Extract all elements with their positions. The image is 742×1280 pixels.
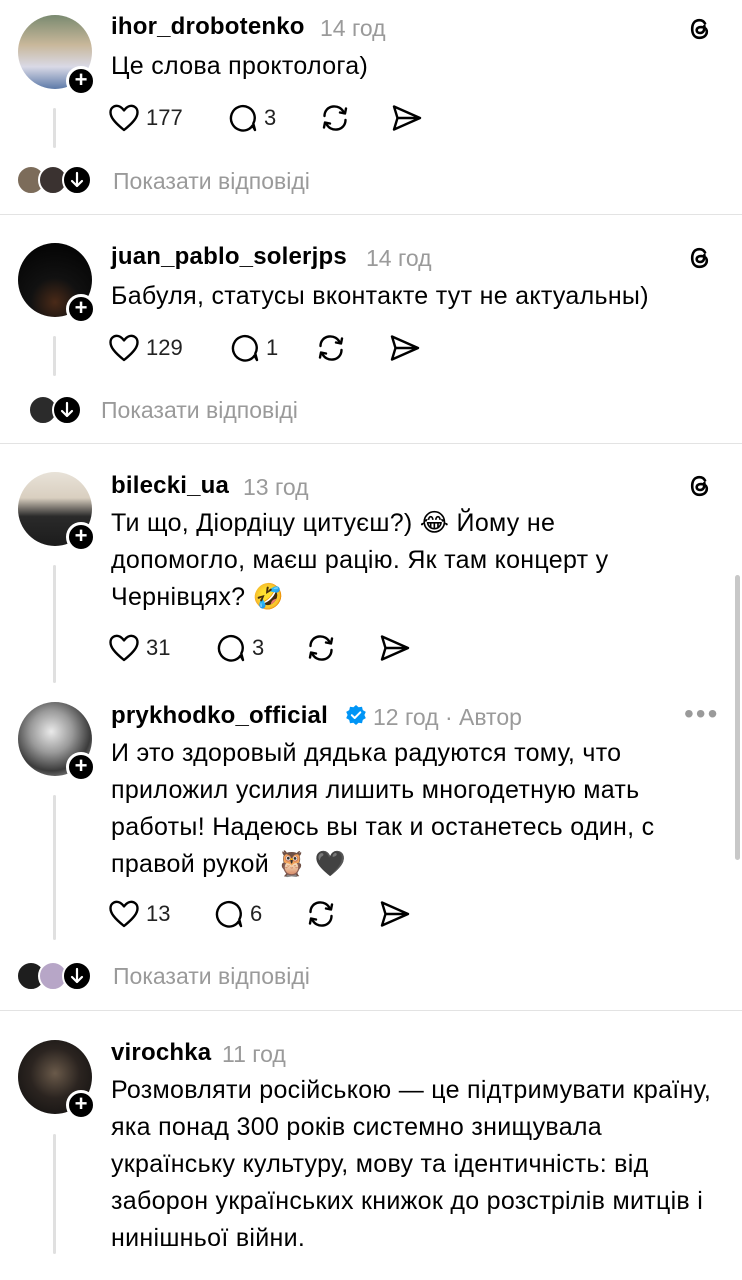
post-text: И это здоровый дядька радуются тому, что… [111, 739, 655, 878]
username[interactable]: ihor_drobotenko [111, 13, 305, 41]
username[interactable]: bilecki_ua [111, 472, 229, 500]
send-icon [392, 105, 422, 131]
arrow-down-icon[interactable] [62, 165, 92, 195]
like-button[interactable]: 31 [108, 628, 170, 668]
reply-button[interactable]: 3 [226, 98, 276, 138]
thread-line [53, 1134, 56, 1254]
follow-plus-icon[interactable]: + [66, 1090, 96, 1120]
like-count: 31 [146, 635, 171, 660]
share-button[interactable] [378, 894, 412, 934]
send-icon [380, 635, 410, 661]
comment-icon [215, 900, 243, 928]
scrollbar[interactable] [735, 575, 740, 860]
reply-count: 3 [264, 105, 277, 130]
comment-icon [217, 634, 245, 662]
threads-icon[interactable] [685, 471, 715, 501]
like-count: 129 [146, 335, 183, 360]
username[interactable]: virochka [111, 1039, 211, 1067]
repost-button[interactable] [304, 628, 338, 668]
post-actions: 31 3 [108, 628, 438, 668]
like-button[interactable]: 13 [108, 894, 170, 934]
arrow-down-icon[interactable] [62, 961, 92, 991]
like-count: 177 [146, 105, 183, 130]
share-button[interactable] [378, 628, 412, 668]
thread-line [53, 565, 56, 683]
follow-plus-icon[interactable]: + [66, 294, 96, 324]
post-text: Ти що, Діордіцу цитуєш?) 😂 Йому не допом… [111, 509, 609, 611]
like-button[interactable]: 177 [108, 98, 183, 138]
timestamp: 13 год [243, 474, 309, 500]
reply-count: 6 [250, 901, 263, 926]
share-button[interactable] [390, 98, 424, 138]
heart-icon [109, 634, 139, 662]
reply-count: 3 [252, 635, 265, 660]
threads-icon[interactable] [685, 243, 715, 273]
arrow-down-icon[interactable] [52, 395, 82, 425]
repost-icon [322, 105, 348, 131]
repost-icon [308, 901, 334, 927]
follow-plus-icon[interactable]: + [66, 752, 96, 782]
heart-icon [109, 334, 139, 362]
verified-badge-icon [346, 705, 366, 725]
timestamp: 12 год · Автор [373, 704, 522, 730]
username[interactable]: prykhodko_official [111, 702, 328, 730]
divider [0, 214, 742, 215]
thread-line [53, 336, 56, 376]
post-actions: 177 3 [108, 98, 438, 138]
share-button[interactable] [388, 328, 422, 368]
post-text: Це слова проктолога) [111, 52, 369, 80]
divider [0, 443, 742, 444]
send-icon [390, 335, 420, 361]
comment-icon [229, 104, 257, 132]
repost-icon [308, 635, 334, 661]
post-text: Бабуля, статусы вконтакте тут не актуаль… [111, 282, 649, 310]
username[interactable]: juan_pablo_solerjps [111, 243, 347, 271]
divider [0, 1010, 742, 1011]
post-text: Розмовляти російською — це підтримувати … [111, 1076, 712, 1252]
timestamp: 14 год [366, 245, 432, 271]
show-replies-link[interactable]: Показати відповіді [113, 963, 310, 990]
reply-button[interactable]: 3 [214, 628, 264, 668]
timestamp: 11 год [222, 1041, 286, 1067]
repost-button[interactable] [318, 98, 352, 138]
heart-icon [109, 104, 139, 132]
timestamp: 14 год [320, 15, 386, 41]
send-icon [380, 901, 410, 927]
repost-button[interactable] [304, 894, 338, 934]
reply-count: 1 [266, 335, 279, 360]
show-replies-link[interactable]: Показати відповіді [113, 168, 310, 195]
follow-plus-icon[interactable]: + [66, 66, 96, 96]
heart-icon [109, 900, 139, 928]
show-replies-link[interactable]: Показати відповіді [101, 397, 298, 424]
comment-icon [231, 334, 259, 362]
thread-line [53, 108, 56, 148]
like-count: 13 [146, 901, 171, 926]
post-actions: 13 6 [108, 894, 438, 934]
reply-button[interactable]: 1 [228, 328, 278, 368]
repost-icon [318, 335, 344, 361]
repost-button[interactable] [314, 328, 348, 368]
follow-plus-icon[interactable]: + [66, 522, 96, 552]
threads-icon[interactable] [685, 14, 715, 44]
more-options-icon[interactable]: ••• [684, 698, 719, 730]
reply-button[interactable]: 6 [212, 894, 262, 934]
post-actions: 129 1 [108, 328, 438, 368]
like-button[interactable]: 129 [108, 328, 183, 368]
thread-line [53, 795, 56, 940]
